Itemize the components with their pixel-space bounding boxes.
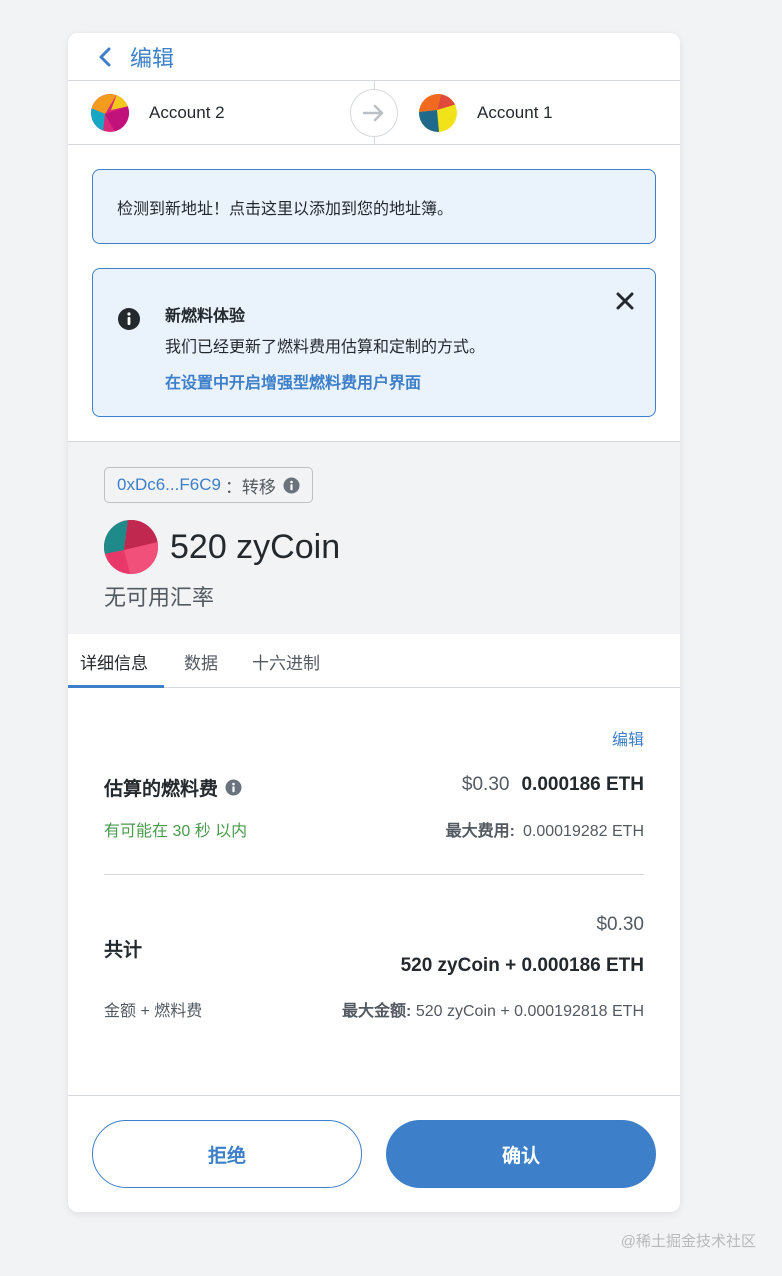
total-label: 共计	[104, 940, 143, 961]
edit-gas-button[interactable]: 编辑	[612, 726, 644, 750]
info-icon[interactable]	[283, 477, 300, 494]
gas-fee-eth: 0.000186 ETH	[521, 774, 644, 795]
notice-body: 我们已经更新了燃料费用估算和定制的方式。	[165, 339, 486, 356]
max-amount-label: 最大金额:	[342, 1003, 412, 1020]
gas-fee-fiat: $0.30	[461, 774, 510, 795]
gas-time-estimate: 有可能在 30 秒 以内	[104, 823, 248, 840]
close-icon[interactable]	[613, 289, 637, 313]
amount-fee-label: 金额 + 燃料费	[104, 1003, 203, 1020]
tab-details[interactable]: 详细信息	[80, 634, 148, 688]
enable-enhanced-gas-link[interactable]: 在设置中开启增强型燃料费用户界面	[165, 369, 421, 393]
tab-bar: 详细信息 数据 十六进制	[68, 634, 680, 688]
token-amount: 520 zyCoin	[170, 527, 341, 566]
gas-experience-notice: 新燃料体验 我们已经更新了燃料费用估算和定制的方式。 在设置中开启增强型燃料费用…	[92, 268, 656, 417]
max-fee-value: 0.00019282 ETH	[523, 823, 644, 840]
divider	[104, 874, 644, 875]
action-footer: 拒绝 确认	[68, 1095, 680, 1212]
total-value: 520 zyCoin + 0.000186 ETH	[400, 955, 644, 976]
reject-button[interactable]: 拒绝	[92, 1120, 362, 1188]
gas-fee-label-text: 估算的燃料费	[104, 779, 219, 800]
confirm-transaction-card: 编辑 Account 2 Account 1 检测到新地址！点击这里以添加到您的…	[68, 33, 680, 1212]
active-tab-indicator	[68, 685, 164, 688]
contract-action: ：转移	[224, 477, 276, 497]
tab-data[interactable]: 数据	[184, 634, 218, 688]
new-address-notice-text: 检测到新地址！点击这里以添加到您的地址簿。	[117, 200, 454, 218]
total-fiat: $0.30	[596, 914, 644, 935]
sender-recipient: Account 2 Account 1	[68, 81, 680, 145]
contract-address-pill: 0xDc6...F6C9 ：转移	[104, 467, 313, 503]
edit-button[interactable]: 编辑	[130, 41, 174, 73]
sender-account-name: Account 2	[149, 102, 225, 122]
token-amount-row: 520 zyCoin	[104, 520, 340, 574]
max-amount-value: 520 zyCoin + 0.000192818 ETH	[415, 1003, 644, 1020]
sender-account[interactable]: Account 2	[91, 93, 225, 132]
recipient-account-name: Account 1	[477, 102, 553, 122]
token-icon	[104, 520, 158, 574]
max-fee-label: 最大费用:	[445, 823, 516, 840]
avatar	[91, 93, 129, 132]
max-amount: 最大金额: 520 zyCoin + 0.000192818 ETH	[342, 997, 644, 1021]
gas-fee-value: $0.30 0.000186 ETH	[462, 774, 644, 796]
chevron-left-icon[interactable]	[94, 46, 116, 68]
confirm-button[interactable]: 确认	[386, 1120, 656, 1188]
contract-address[interactable]: 0xDc6...F6C9	[117, 475, 221, 495]
recipient-account[interactable]: Account 1	[419, 93, 553, 132]
max-fee: 最大费用: 0.00019282 ETH	[446, 817, 644, 841]
tab-hex[interactable]: 十六进制	[252, 634, 320, 688]
transaction-summary: 0xDc6...F6C9 ：转移 520 zyCoin 无可用汇率	[68, 441, 680, 634]
arrow-right-icon	[350, 89, 398, 137]
info-icon[interactable]	[225, 779, 242, 796]
exchange-rate: 无可用汇率	[104, 585, 215, 610]
page-header: 编辑	[68, 33, 680, 81]
notice-title: 新燃料体验	[165, 308, 246, 325]
new-address-notice[interactable]: 检测到新地址！点击这里以添加到您的地址簿。	[92, 169, 656, 244]
avatar	[419, 93, 457, 132]
gas-fee-label: 估算的燃料费	[104, 774, 242, 801]
info-icon	[117, 307, 141, 331]
watermark: @稀土掘金技术社区	[620, 1233, 756, 1250]
